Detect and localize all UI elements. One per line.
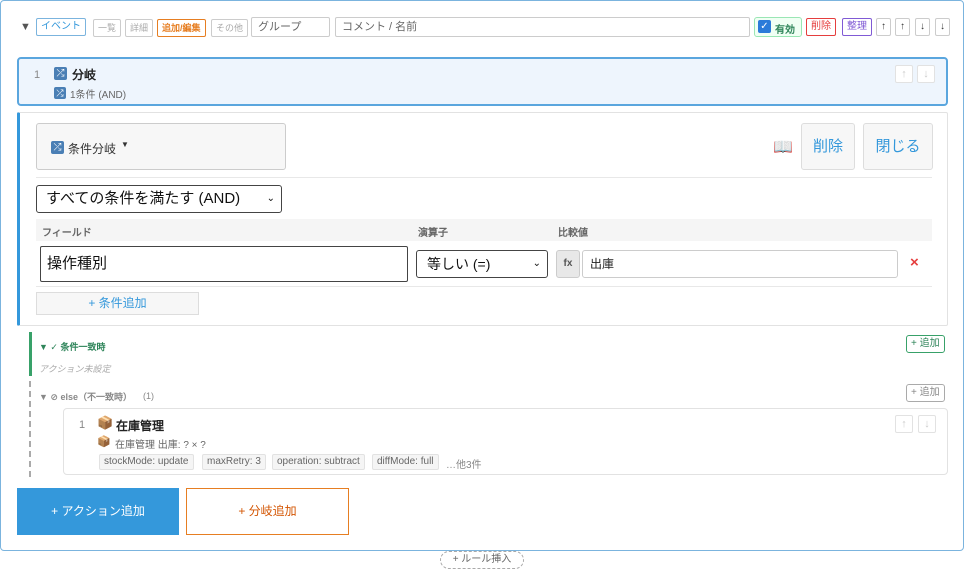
else-branch-title[interactable]: ▼ ⊘ else（不一致時） xyxy=(39,390,132,403)
insert-rule-button[interactable]: + ルール挿入 xyxy=(440,551,524,569)
rule-up-icon[interactable]: ↑ xyxy=(895,65,913,83)
match-branch-title[interactable]: ▼ ✓ 条件一致時 xyxy=(39,340,105,353)
organize-button[interactable]: 整理 xyxy=(842,18,872,36)
branch-type-icon: ⤮ xyxy=(51,141,64,155)
else-add-button[interactable]: + 追加 xyxy=(906,384,945,402)
else-branch-bar xyxy=(29,381,31,477)
tab-add-edit[interactable]: 追加/編集 xyxy=(157,19,206,37)
tab-detail[interactable]: 詳細 xyxy=(125,19,154,37)
match-branch-bar xyxy=(29,332,32,376)
add-action-button[interactable]: + アクション追加 xyxy=(17,488,179,535)
rule-subtitle: 1条件 (AND) xyxy=(70,90,127,101)
package-small-icon: 📦 xyxy=(97,436,111,448)
else-action-item[interactable]: 1 📦 在庫管理 📦 在庫管理 出庫: ? × ? stockMode: upd… xyxy=(63,408,948,475)
move-top-icon[interactable]: ↑ xyxy=(876,18,891,36)
condition-field-input[interactable]: 操作種別 xyxy=(40,246,408,282)
rule-card: ▼ イベント 一覧 詳細 追加/編集 その他 グループ コメント / 名前 ✓ … xyxy=(0,0,964,551)
operator-value: 等しい (=) xyxy=(427,256,491,272)
col-compare: 比較値 xyxy=(558,228,588,239)
param-tag: diffMode: full xyxy=(372,454,439,470)
rule-title: 分岐 xyxy=(72,68,97,82)
delete-condition-button[interactable]: 削除 xyxy=(801,123,855,170)
tab-list[interactable]: 一覧 xyxy=(93,19,122,37)
match-empty-text: アクション未設定 xyxy=(39,364,111,374)
compare-value-input[interactable]: 出庫 xyxy=(582,250,898,278)
condition-editor: ⤮ 条件分岐 ▼ 📖 削除 閉じる すべての条件を満たす (AND) ⌄ フィー… xyxy=(17,112,948,326)
fx-button[interactable]: fx xyxy=(556,250,580,278)
checkbox-icon[interactable]: ✓ xyxy=(758,20,771,33)
action-up-icon[interactable]: ↑ xyxy=(895,415,913,433)
branch-small-icon: ⤮ xyxy=(54,86,66,99)
comment-input[interactable]: コメント / 名前 xyxy=(335,17,750,37)
move-down-icon[interactable]: ↓ xyxy=(915,18,930,36)
branch-small-icon-wrap: ⤮ xyxy=(54,85,66,99)
rule-down-icon[interactable]: ↓ xyxy=(917,65,935,83)
branch-icon: ⤮ xyxy=(54,67,67,81)
col-field: フィールド xyxy=(42,228,92,239)
divider xyxy=(36,286,932,287)
else-count: (1) xyxy=(143,391,154,401)
move-bottom-icon[interactable]: ↓ xyxy=(935,18,950,36)
move-up-icon[interactable]: ↑ xyxy=(895,18,910,36)
action-title: 在庫管理 xyxy=(116,419,165,433)
param-tag: operation: subtract xyxy=(272,454,365,470)
collapse-toggle-icon[interactable]: ▼ xyxy=(20,21,31,33)
param-tag: maxRetry: 3 xyxy=(202,454,266,470)
divider xyxy=(36,177,932,178)
select-chevron-icon: ⌄ xyxy=(266,193,275,204)
col-operator: 演算子 xyxy=(418,228,448,239)
enabled-label: 有効 xyxy=(775,25,795,36)
branch-type-dropdown[interactable]: ⤮ 条件分岐 ▼ xyxy=(36,123,286,170)
param-tag: stockMode: update xyxy=(99,454,194,470)
tab-other[interactable]: その他 xyxy=(211,19,249,37)
match-add-button[interactable]: + 追加 xyxy=(906,335,945,353)
branch-icon-wrap: ⤮ xyxy=(54,66,67,81)
more-params: …他3件 xyxy=(446,460,482,471)
caret-down-icon: ▼ xyxy=(121,140,129,149)
rule-index: 1 xyxy=(34,69,41,81)
manual-book-icon[interactable]: 📖 xyxy=(773,137,793,157)
action-subtitle: 在庫管理 出庫: ? × ? xyxy=(115,440,206,451)
delete-rule-button[interactable]: 削除 xyxy=(806,18,836,36)
action-down-icon[interactable]: ↓ xyxy=(918,415,936,433)
branch-type-label: 条件分岐 xyxy=(68,142,117,156)
action-index: 1 xyxy=(79,419,86,431)
add-condition-button[interactable]: + 条件追加 xyxy=(36,292,199,315)
operator-chevron-icon: ⌄ xyxy=(532,258,541,269)
enabled-toggle[interactable]: ✓ 有効 xyxy=(754,17,802,37)
match-mode-value: すべての条件を満たす (AND) xyxy=(46,190,241,207)
event-type-button[interactable]: イベント xyxy=(36,18,86,36)
match-mode-select[interactable]: すべての条件を満たす (AND) ⌄ xyxy=(36,185,282,213)
close-editor-button[interactable]: 閉じる xyxy=(863,123,933,170)
operator-select[interactable]: 等しい (=) ⌄ xyxy=(416,250,548,278)
package-icon: 📦 xyxy=(97,415,114,430)
group-input[interactable]: グループ xyxy=(251,17,330,37)
add-branch-button[interactable]: + 分岐追加 xyxy=(186,488,349,535)
branch-type-icon-wrap: ⤮ xyxy=(51,140,64,155)
remove-condition-icon[interactable]: × xyxy=(910,254,919,271)
conditions-table-header: フィールド 演算子 比較値 xyxy=(36,219,932,241)
rule-summary[interactable]: 1 ⤮ 分岐 ⤮ 1条件 (AND) ↑ ↓ xyxy=(17,57,948,106)
